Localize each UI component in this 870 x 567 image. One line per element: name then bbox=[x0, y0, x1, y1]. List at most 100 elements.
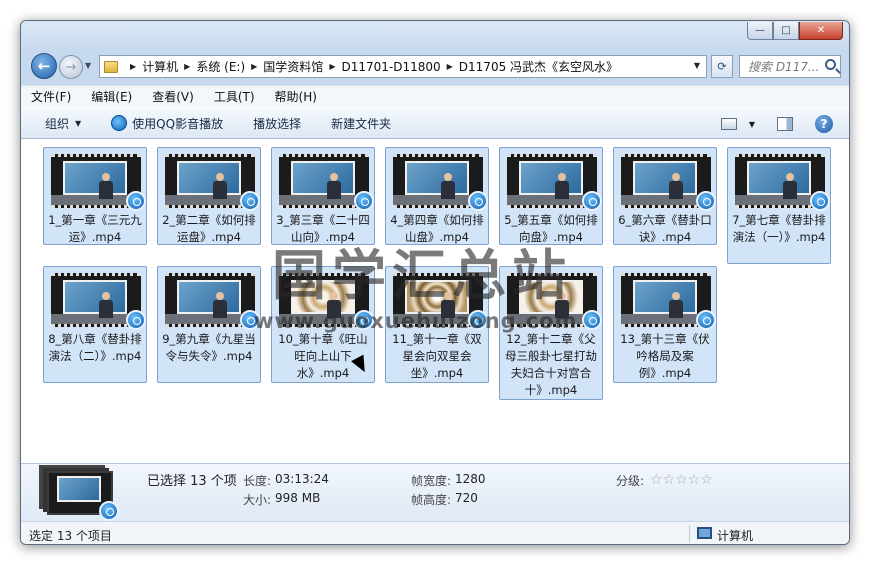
refresh-button[interactable]: ⟳ bbox=[711, 55, 733, 78]
search-placeholder: 搜索 D117... bbox=[748, 60, 820, 74]
chevron-right-icon[interactable]: ▶ bbox=[130, 62, 136, 71]
frame-width-value: 1280 bbox=[455, 472, 486, 486]
chevron-down-icon[interactable]: ▼ bbox=[749, 120, 755, 129]
new-folder-button[interactable]: 新建文件夹 bbox=[331, 115, 391, 132]
arrow-right-icon: → bbox=[65, 59, 77, 75]
minimize-button[interactable]: — bbox=[747, 22, 773, 40]
file-tile[interactable]: 7_第七章《替卦排演法（一）》.mp4 bbox=[727, 147, 831, 264]
chevron-down-icon: ▼ bbox=[75, 118, 82, 128]
breadcrumb-range[interactable]: D11701-D11800 bbox=[341, 60, 440, 74]
file-name: 8_第八章《替卦排演法（二）》.mp4 bbox=[48, 332, 142, 363]
file-name: 7_第七章《替卦排演法（一）》.mp4 bbox=[732, 213, 826, 244]
video-thumbnail bbox=[393, 154, 488, 211]
status-location-text: 计算机 bbox=[717, 529, 754, 543]
video-thumbnail bbox=[621, 273, 716, 330]
chevron-right-icon[interactable]: ▶ bbox=[184, 62, 190, 71]
file-name: 12_第十二章《父母三般卦七星打劫夫妇合十对宫合十》.mp4 bbox=[505, 332, 597, 397]
video-thumbnail bbox=[621, 154, 716, 211]
file-tile[interactable]: 1_第一章《三元九运》.mp4 bbox=[43, 147, 147, 245]
address-bar[interactable]: ▶ 计算机 ▶ 系统 (E:) ▶ 国学资料馆 ▶ D11701-D11800 … bbox=[99, 55, 707, 78]
file-tile[interactable]: 13_第十三章《伏吟格局及案例》.mp4 bbox=[613, 266, 717, 383]
file-tile[interactable]: 6_第六章《替卦口诀》.mp4 bbox=[613, 147, 717, 245]
preview-pane-icon[interactable] bbox=[777, 117, 793, 131]
frame-height-value: 720 bbox=[455, 491, 478, 505]
qq-player-icon bbox=[99, 501, 119, 521]
help-icon[interactable]: ? bbox=[815, 115, 833, 133]
qq-player-icon bbox=[111, 115, 128, 131]
change-view-icon[interactable] bbox=[720, 118, 737, 130]
chevron-down-icon[interactable]: ▼ bbox=[694, 61, 700, 70]
menu-help[interactable]: 帮助(H) bbox=[275, 88, 317, 105]
maximize-button[interactable]: □ bbox=[773, 22, 799, 40]
file-name: 9_第九章《九星当令与失令》.mp4 bbox=[162, 332, 256, 363]
computer-icon bbox=[697, 527, 712, 539]
search-icon[interactable] bbox=[825, 59, 836, 70]
address-row: ← → ▼ ▶ 计算机 ▶ 系统 (E:) ▶ 国学资料馆 ▶ D11701-D… bbox=[21, 51, 849, 81]
watermark-url: www.guoxuehuizong.com bbox=[254, 309, 578, 333]
frame-width-label: 帧宽度: bbox=[411, 474, 452, 488]
title-bar: — □ ✕ bbox=[21, 21, 849, 49]
file-name: 1_第一章《三元九运》.mp4 bbox=[48, 213, 142, 244]
menu-view[interactable]: 查看(V) bbox=[152, 88, 194, 105]
file-name: 11_第十一章《双星会向双星会坐》.mp4 bbox=[392, 332, 482, 380]
qq-player-icon bbox=[126, 191, 146, 211]
menu-bar: 文件(F) 编辑(E) 查看(V) 工具(T) 帮助(H) bbox=[21, 85, 849, 107]
size-label: 大小: bbox=[243, 493, 272, 507]
rating-label: 分级: bbox=[616, 474, 645, 488]
video-thumbnail bbox=[507, 154, 602, 211]
menu-tools[interactable]: 工具(T) bbox=[214, 88, 255, 105]
star-icon[interactable]: ☆☆☆☆☆ bbox=[650, 472, 713, 488]
breadcrumb-library[interactable]: 国学资料馆 bbox=[263, 58, 323, 75]
search-input[interactable]: 搜索 D117... bbox=[739, 55, 841, 78]
back-button[interactable]: ← bbox=[31, 53, 57, 79]
play-selection-button[interactable]: 播放选择 bbox=[253, 115, 301, 132]
frame-height-label: 帧高度: bbox=[411, 493, 452, 507]
watermark-title: 国学汇总站 bbox=[272, 244, 572, 307]
qq-player-icon bbox=[696, 191, 716, 211]
status-divider bbox=[689, 525, 690, 543]
qq-player-icon bbox=[126, 310, 146, 330]
qq-player-icon bbox=[240, 191, 260, 211]
refresh-icon: ⟳ bbox=[717, 60, 727, 73]
breadcrumb-computer[interactable]: 计算机 bbox=[142, 58, 178, 75]
chevron-right-icon[interactable]: ▶ bbox=[447, 62, 453, 71]
forward-button[interactable]: → bbox=[59, 55, 83, 79]
qq-player-icon bbox=[696, 310, 716, 330]
video-thumbnail bbox=[51, 154, 146, 211]
video-thumbnail bbox=[51, 273, 146, 330]
video-thumbnail bbox=[165, 154, 260, 211]
breadcrumb-current-folder[interactable]: D11705 冯武杰《玄空风水》 bbox=[459, 58, 618, 75]
arrow-left-icon: ← bbox=[37, 57, 51, 75]
qq-player-icon bbox=[468, 191, 488, 211]
close-button[interactable]: ✕ bbox=[799, 22, 843, 40]
play-with-qq-label: 使用QQ影音播放 bbox=[132, 116, 224, 131]
qq-player-icon bbox=[354, 191, 374, 211]
menu-file[interactable]: 文件(F) bbox=[31, 88, 71, 105]
organize-label: 组织 bbox=[45, 116, 70, 131]
file-name: 13_第十三章《伏吟格局及案例》.mp4 bbox=[620, 332, 710, 380]
video-thumbnail bbox=[735, 154, 830, 211]
chevron-right-icon[interactable]: ▶ bbox=[251, 62, 257, 71]
organize-button[interactable]: 组织 ▼ bbox=[45, 115, 81, 132]
selection-thumbnail-stack bbox=[47, 471, 119, 521]
length-label: 长度: bbox=[243, 474, 272, 488]
rating-stars[interactable]: ☆☆☆☆☆ bbox=[650, 472, 714, 488]
recent-pages-dropdown[interactable]: ▼ bbox=[85, 61, 91, 70]
folder-icon bbox=[104, 60, 118, 73]
selection-count: 已选择 13 个项 bbox=[147, 474, 237, 489]
details-pane: 已选择 13 个项 长度: 03:13:24 大小: 998 MB 帧宽度: 1… bbox=[21, 463, 849, 521]
status-bar: 选定 13 个项目 计算机 bbox=[21, 521, 849, 544]
video-thumbnail bbox=[165, 273, 260, 330]
size-value: 998 MB bbox=[275, 491, 321, 505]
length-value: 03:13:24 bbox=[275, 472, 329, 486]
file-tile[interactable]: 2_第二章《如何排运盘》.mp4 bbox=[157, 147, 261, 245]
file-name: 2_第二章《如何排运盘》.mp4 bbox=[162, 213, 256, 244]
status-selection-text: 选定 13 个项目 bbox=[29, 529, 112, 543]
file-tile[interactable]: 8_第八章《替卦排演法（二）》.mp4 bbox=[43, 266, 147, 383]
breadcrumb-drive[interactable]: 系统 (E:) bbox=[196, 58, 245, 75]
menu-edit[interactable]: 编辑(E) bbox=[91, 88, 132, 105]
toolbar-right: ▼ ? bbox=[720, 115, 833, 133]
file-tile[interactable]: 9_第九章《九星当令与失令》.mp4 bbox=[157, 266, 261, 383]
chevron-right-icon[interactable]: ▶ bbox=[329, 62, 335, 71]
play-with-qq-button[interactable]: 使用QQ影音播放 bbox=[111, 115, 223, 132]
